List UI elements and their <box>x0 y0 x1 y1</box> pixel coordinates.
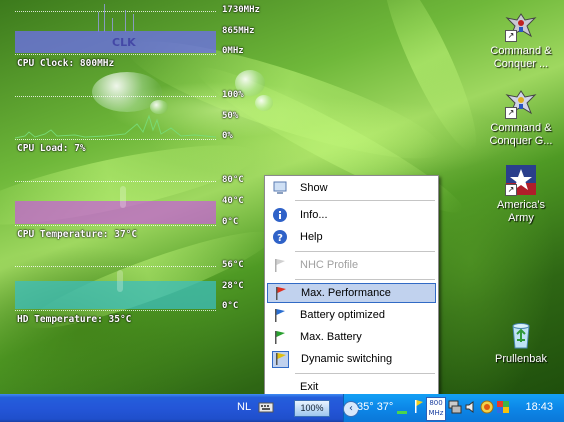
menu-item-label: Info... <box>300 209 328 221</box>
hdtemp-level-bar <box>15 281 216 309</box>
svg-text:?: ? <box>277 233 283 244</box>
thermometer-icon <box>120 186 126 208</box>
menu-item-help[interactable]: ? Help <box>267 227 436 247</box>
menu-item-battery-optimized[interactable]: Battery optimized <box>267 305 436 325</box>
help-icon: ? <box>272 229 288 245</box>
yellow-flag-icon <box>272 350 289 368</box>
taskbar: NL 100% ‹ 35° 37° 800 MHz 18:43 <box>0 394 564 422</box>
cpu-clock-label: CPU Clock: 800MHz <box>17 58 115 69</box>
load-graph <box>15 114 216 139</box>
menu-item-info[interactable]: Info... <box>267 205 436 225</box>
star-flag-icon: ↗ <box>505 164 537 196</box>
eagle-icon: ↗ <box>505 87 537 119</box>
shield-icon[interactable] <box>480 400 494 414</box>
network-icon[interactable] <box>448 400 462 414</box>
cputemp-scale-bot: 0°C <box>222 217 239 227</box>
eagle-icon: ↗ <box>505 10 537 42</box>
thermometer-icon <box>117 270 123 292</box>
hdtemp-scale-top: 56°C <box>222 260 244 270</box>
clock-scale-bot: 0MHz <box>222 46 244 56</box>
volume-icon[interactable] <box>464 400 478 414</box>
cputemp-scale-top: 80°C <box>222 175 244 185</box>
desktop-icon-label: Conquer ... <box>493 58 549 70</box>
green-flag-icon <box>272 329 288 345</box>
yellow-flag-icon[interactable] <box>414 399 423 414</box>
hdtemp-scale-mid: 28°C <box>222 281 244 291</box>
load-scale-mid: 50% <box>222 111 239 121</box>
monitor-icon <box>272 180 288 196</box>
keyboard-icon[interactable] <box>258 400 274 414</box>
menu-item-nhc-profile: NHC Profile <box>267 255 436 275</box>
menu-item-label: Show <box>300 182 328 194</box>
system-tray: ‹ 35° 37° 800 MHz 18:43 <box>343 394 564 422</box>
menu-item-label: NHC Profile <box>300 259 359 271</box>
menu-item-label: Help <box>300 231 323 243</box>
load-mini-bar <box>397 411 407 414</box>
security-center-icon[interactable] <box>496 400 510 414</box>
language-indicator[interactable]: NL <box>237 401 251 413</box>
menu-item-label: Exit <box>300 381 319 393</box>
cputemp-level-bar <box>15 201 216 224</box>
menu-separator <box>295 200 435 201</box>
cpu-clock-indicator[interactable]: 800 MHz <box>426 397 446 421</box>
info-icon <box>272 207 288 223</box>
desktop-icon-label: Command & <box>490 122 552 134</box>
battery-percent-indicator[interactable]: 100% <box>294 400 330 417</box>
desktop-icon-command-conquer-2[interactable]: ↗ Command & Conquer G... <box>484 87 558 148</box>
menu-separator <box>295 373 435 374</box>
menu-item-show[interactable]: Show <box>267 178 436 198</box>
desktop-icon-americas-army[interactable]: ↗ America's Army <box>484 164 558 225</box>
desktop-icon-label: Command & <box>490 45 552 57</box>
desktop-icon-label: Conquer G... <box>489 135 553 147</box>
desktop-icon-label: America's <box>497 199 545 211</box>
hd-temperature-label: HD Temperature: 35°C <box>17 314 132 325</box>
desktop-icon-label: Prullenbak <box>495 353 547 365</box>
desktop-icon-recycle-bin[interactable]: Prullenbak <box>484 318 558 366</box>
menu-separator <box>295 279 435 280</box>
menu-item-max-performance[interactable]: Max. Performance <box>267 283 436 303</box>
red-flag-icon <box>273 285 289 301</box>
clock[interactable]: 18:43 <box>525 401 553 413</box>
menu-item-label: Max. Battery <box>300 331 362 343</box>
cputemp-scale-mid: 40°C <box>222 196 244 206</box>
load-scale-bot: 0% <box>222 131 233 141</box>
clock-scale-mid: 865MHz <box>222 26 255 36</box>
gray-flag-icon <box>272 257 288 273</box>
menu-item-max-battery[interactable]: Max. Battery <box>267 327 436 347</box>
temperature-readout[interactable]: 35° 37° <box>357 401 393 413</box>
load-scale-top: 100% <box>222 90 244 100</box>
menu-separator <box>295 251 435 252</box>
menu-item-label: Dynamic switching <box>301 353 393 365</box>
cpu-temperature-label: CPU Temperature: 37°C <box>17 229 138 240</box>
desktop-icon-label: Army <box>508 212 534 224</box>
cpu-load-label: CPU Load: 7% <box>17 143 86 154</box>
clock-scale-top: 1730MHz <box>222 5 260 15</box>
tray-context-menu: Show Info... ? Help NHC Profile Max. Per… <box>264 175 439 400</box>
menu-item-label: Battery optimized <box>300 309 385 321</box>
recycle-bin-icon <box>505 318 537 350</box>
desktop-icon-command-conquer-1[interactable]: ↗ Command & Conquer ... <box>484 10 558 71</box>
shortcut-arrow-icon: ↗ <box>505 184 517 196</box>
hdtemp-scale-bot: 0°C <box>222 301 239 311</box>
menu-item-label: Max. Performance <box>301 287 391 299</box>
shortcut-arrow-icon: ↗ <box>505 30 517 42</box>
clock-watermark: CLK <box>112 36 136 49</box>
menu-item-dynamic-switching[interactable]: Dynamic switching <box>267 349 436 369</box>
shortcut-arrow-icon: ↗ <box>505 107 517 119</box>
blue-flag-icon <box>272 307 288 323</box>
